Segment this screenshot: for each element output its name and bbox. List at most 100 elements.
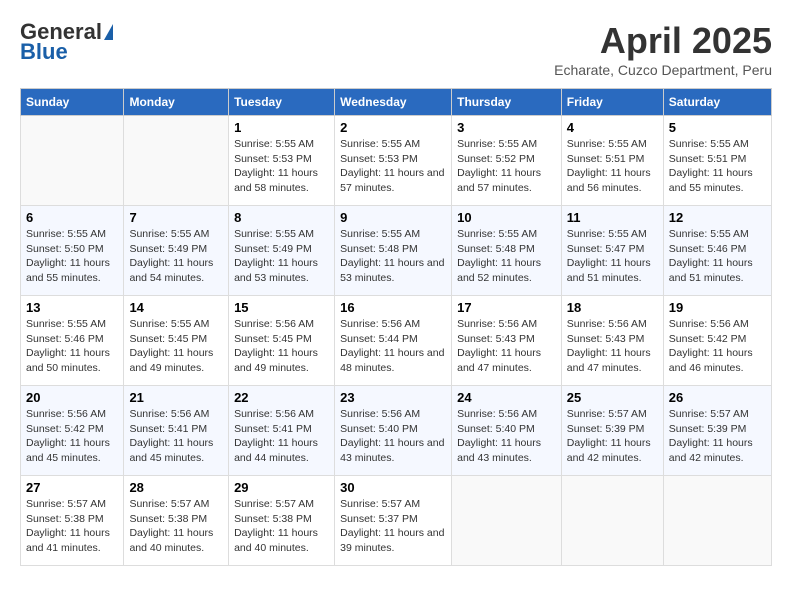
day-number: 2 [340, 120, 446, 135]
day-info: Sunrise: 5:56 AMSunset: 5:42 PMDaylight:… [26, 407, 118, 466]
day-number: 17 [457, 300, 556, 315]
day-info: Sunrise: 5:57 AMSunset: 5:39 PMDaylight:… [567, 407, 658, 466]
logo: General Blue [20, 20, 113, 64]
day-info: Sunrise: 5:55 AMSunset: 5:51 PMDaylight:… [567, 137, 658, 196]
day-info: Sunrise: 5:55 AMSunset: 5:45 PMDaylight:… [129, 317, 223, 376]
calendar-cell: 2Sunrise: 5:55 AMSunset: 5:53 PMDaylight… [335, 116, 452, 206]
calendar-cell: 1 Sunrise: 5:55 AMSunset: 5:53 PMDaylight… [229, 116, 335, 206]
day-info: Sunrise: 5:55 AMSunset: 5:48 PMDaylight:… [340, 227, 446, 286]
day-info: Sunrise: 5:56 AMSunset: 5:41 PMDaylight:… [129, 407, 223, 466]
calendar-cell: 13Sunrise: 5:55 AMSunset: 5:46 PMDayligh… [21, 296, 124, 386]
day-info: Sunrise: 5:57 AMSunset: 5:38 PMDaylight:… [129, 497, 223, 556]
column-header-tuesday: Tuesday [229, 89, 335, 116]
calendar-week-3: 13Sunrise: 5:55 AMSunset: 5:46 PMDayligh… [21, 296, 772, 386]
day-number: 20 [26, 390, 118, 405]
calendar-cell: 10 Sunrise: 5:55 AMSunset: 5:48 PMDayligh… [452, 206, 562, 296]
day-number: 12 [669, 210, 766, 225]
column-header-saturday: Saturday [663, 89, 771, 116]
day-number: 13 [26, 300, 118, 315]
day-number: 11 [567, 210, 658, 225]
day-number: 1 [234, 120, 329, 135]
calendar-cell: 3Sunrise: 5:55 AMSunset: 5:52 PMDaylight… [452, 116, 562, 206]
day-info: Sunrise: 5:55 AMSunset: 5:48 PMDaylight:… [457, 227, 556, 286]
calendar-week-2: 6 Sunrise: 5:55 AMSunset: 5:50 PMDaylight… [21, 206, 772, 296]
day-number: 29 [234, 480, 329, 495]
day-number: 10 [457, 210, 556, 225]
day-info: Sunrise: 5:56 AMSunset: 5:41 PMDaylight:… [234, 407, 329, 466]
day-info: Sunrise: 5:57 AMSunset: 5:38 PMDaylight:… [234, 497, 329, 556]
calendar-cell [663, 476, 771, 566]
day-info: Sunrise: 5:55 AMSunset: 5:51 PMDaylight:… [669, 137, 766, 196]
day-info: Sunrise: 5:55 AMSunset: 5:50 PMDaylight:… [26, 227, 118, 286]
day-info: Sunrise: 5:56 AMSunset: 5:42 PMDaylight:… [669, 317, 766, 376]
calendar-cell: 21 Sunrise: 5:56 AMSunset: 5:41 PMDayligh… [124, 386, 229, 476]
day-info: Sunrise: 5:55 AMSunset: 5:49 PMDaylight:… [129, 227, 223, 286]
calendar-cell: 11 Sunrise: 5:55 AMSunset: 5:47 PMDayligh… [561, 206, 663, 296]
calendar-cell: 14 Sunrise: 5:55 AMSunset: 5:45 PMDayligh… [124, 296, 229, 386]
day-number: 6 [26, 210, 118, 225]
day-number: 23 [340, 390, 446, 405]
day-info: Sunrise: 5:56 AMSunset: 5:40 PMDaylight:… [340, 407, 446, 466]
calendar-cell: 8 Sunrise: 5:55 AMSunset: 5:49 PMDaylight… [229, 206, 335, 296]
calendar-cell: 6 Sunrise: 5:55 AMSunset: 5:50 PMDaylight… [21, 206, 124, 296]
day-number: 24 [457, 390, 556, 405]
calendar-cell: 24Sunrise: 5:56 AMSunset: 5:40 PMDayligh… [452, 386, 562, 476]
column-header-friday: Friday [561, 89, 663, 116]
day-number: 4 [567, 120, 658, 135]
day-number: 7 [129, 210, 223, 225]
calendar-week-4: 20 Sunrise: 5:56 AMSunset: 5:42 PMDayligh… [21, 386, 772, 476]
day-number: 30 [340, 480, 446, 495]
calendar-cell: 23 Sunrise: 5:56 AMSunset: 5:40 PMDayligh… [335, 386, 452, 476]
calendar-week-1: 1 Sunrise: 5:55 AMSunset: 5:53 PMDaylight… [21, 116, 772, 206]
logo-triangle [104, 24, 113, 40]
day-info: Sunrise: 5:56 AMSunset: 5:43 PMDaylight:… [457, 317, 556, 376]
calendar-cell: 18 Sunrise: 5:56 AMSunset: 5:43 PMDayligh… [561, 296, 663, 386]
calendar-header-row: SundayMondayTuesdayWednesdayThursdayFrid… [21, 89, 772, 116]
calendar-cell: 17 Sunrise: 5:56 AMSunset: 5:43 PMDayligh… [452, 296, 562, 386]
day-number: 14 [129, 300, 223, 315]
calendar-cell: 16Sunrise: 5:56 AMSunset: 5:44 PMDayligh… [335, 296, 452, 386]
column-header-sunday: Sunday [21, 89, 124, 116]
calendar-cell [561, 476, 663, 566]
day-number: 18 [567, 300, 658, 315]
calendar-cell: 4 Sunrise: 5:55 AMSunset: 5:51 PMDaylight… [561, 116, 663, 206]
day-info: Sunrise: 5:56 AMSunset: 5:44 PMDaylight:… [340, 317, 446, 376]
calendar-cell [452, 476, 562, 566]
day-number: 3 [457, 120, 556, 135]
day-number: 8 [234, 210, 329, 225]
day-info: Sunrise: 5:57 AMSunset: 5:37 PMDaylight:… [340, 497, 446, 556]
day-info: Sunrise: 5:55 AMSunset: 5:53 PMDaylight:… [234, 137, 329, 196]
day-number: 9 [340, 210, 446, 225]
calendar-cell: 20 Sunrise: 5:56 AMSunset: 5:42 PMDayligh… [21, 386, 124, 476]
calendar-cell: 7 Sunrise: 5:55 AMSunset: 5:49 PMDaylight… [124, 206, 229, 296]
calendar-cell: 28 Sunrise: 5:57 AMSunset: 5:38 PMDayligh… [124, 476, 229, 566]
day-info: Sunrise: 5:55 AMSunset: 5:47 PMDaylight:… [567, 227, 658, 286]
calendar-cell: 29 Sunrise: 5:57 AMSunset: 5:38 PMDayligh… [229, 476, 335, 566]
calendar-cell: 30 Sunrise: 5:57 AMSunset: 5:37 PMDayligh… [335, 476, 452, 566]
calendar-week-5: 27Sunrise: 5:57 AMSunset: 5:38 PMDayligh… [21, 476, 772, 566]
calendar-cell: 19 Sunrise: 5:56 AMSunset: 5:42 PMDayligh… [663, 296, 771, 386]
calendar-cell [124, 116, 229, 206]
calendar-cell: 5 Sunrise: 5:55 AMSunset: 5:51 PMDaylight… [663, 116, 771, 206]
column-header-wednesday: Wednesday [335, 89, 452, 116]
day-number: 22 [234, 390, 329, 405]
day-info: Sunrise: 5:55 AMSunset: 5:49 PMDaylight:… [234, 227, 329, 286]
calendar-cell: 15 Sunrise: 5:56 AMSunset: 5:45 PMDayligh… [229, 296, 335, 386]
calendar-cell: 25 Sunrise: 5:57 AMSunset: 5:39 PMDayligh… [561, 386, 663, 476]
calendar-cell: 26Sunrise: 5:57 AMSunset: 5:39 PMDayligh… [663, 386, 771, 476]
day-info: Sunrise: 5:56 AMSunset: 5:45 PMDaylight:… [234, 317, 329, 376]
column-header-thursday: Thursday [452, 89, 562, 116]
day-number: 28 [129, 480, 223, 495]
day-number: 19 [669, 300, 766, 315]
day-number: 5 [669, 120, 766, 135]
title-block: April 2025 Echarate, Cuzco Department, P… [554, 20, 772, 78]
page-header: General Blue April 2025 Echarate, Cuzco … [20, 20, 772, 78]
day-number: 21 [129, 390, 223, 405]
day-number: 15 [234, 300, 329, 315]
logo-blue: Blue [20, 40, 113, 64]
day-number: 25 [567, 390, 658, 405]
main-title: April 2025 [554, 20, 772, 62]
calendar-cell: 9 Sunrise: 5:55 AMSunset: 5:48 PMDaylight… [335, 206, 452, 296]
day-info: Sunrise: 5:56 AMSunset: 5:43 PMDaylight:… [567, 317, 658, 376]
column-header-monday: Monday [124, 89, 229, 116]
